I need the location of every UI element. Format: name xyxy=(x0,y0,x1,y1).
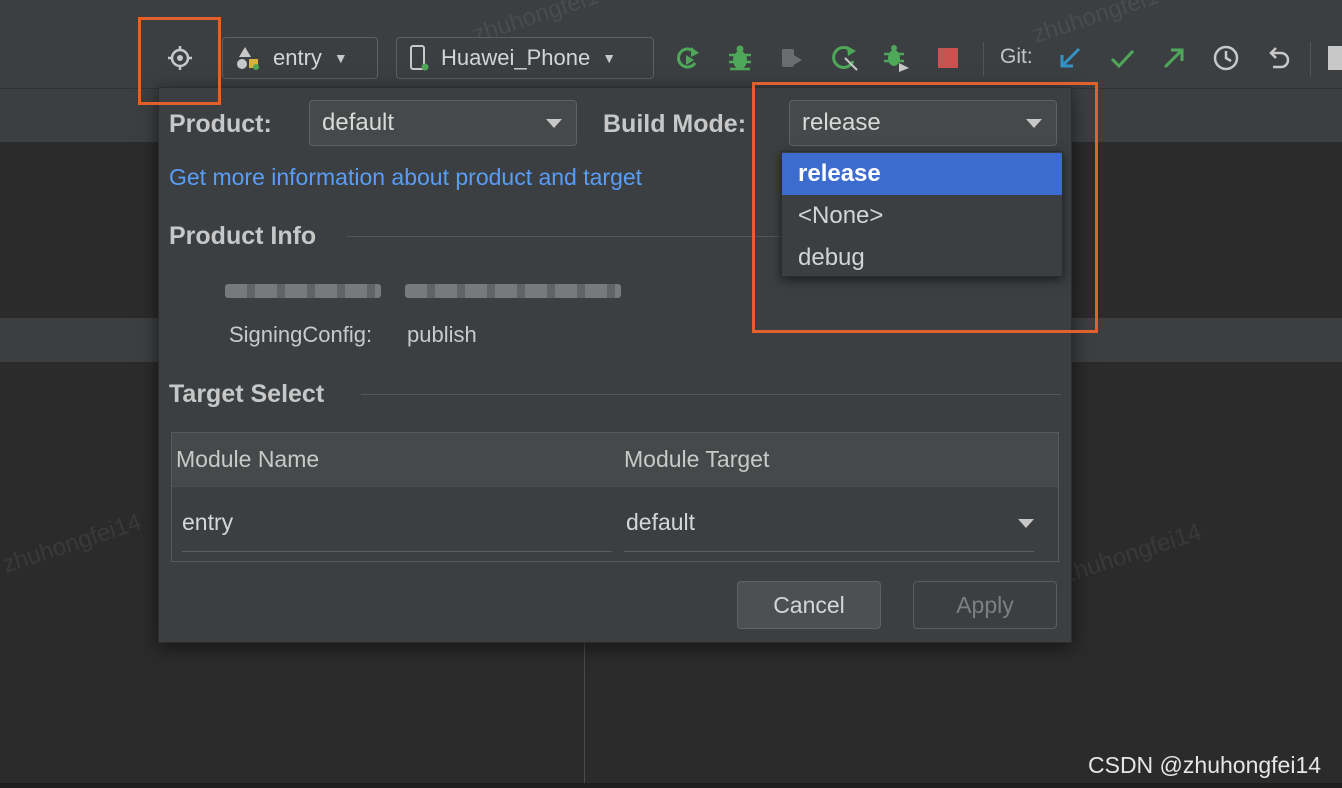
run-config-label: entry xyxy=(273,45,322,70)
module-target-cell: default xyxy=(626,509,696,535)
column-header-module-target[interactable]: Module Target xyxy=(624,446,769,473)
chevron-down-icon xyxy=(1026,119,1042,128)
cell-underline xyxy=(182,551,612,552)
product-select[interactable]: default xyxy=(309,100,577,146)
attach-debugger-icon[interactable] xyxy=(878,40,914,76)
git-update-icon[interactable] xyxy=(1052,40,1088,76)
option-none[interactable]: <None> xyxy=(782,195,1062,237)
watermark: CSDN @zhuhongfei14 xyxy=(1088,752,1322,778)
history-icon[interactable] xyxy=(1208,40,1244,76)
cell-underline xyxy=(624,551,1034,552)
chevron-down-icon: ▼ xyxy=(333,50,348,66)
signing-config-value: publish xyxy=(407,322,477,347)
target-icon[interactable] xyxy=(162,40,198,76)
stop-icon[interactable] xyxy=(930,40,966,76)
build-mode-dropdown: release <None> debug xyxy=(781,151,1063,277)
run-icon[interactable] xyxy=(670,40,706,76)
section-divider xyxy=(361,394,1061,395)
redacted-text xyxy=(405,284,621,298)
module-icon xyxy=(235,45,261,71)
column-header-module-name[interactable]: Module Name xyxy=(176,446,319,473)
git-label: Git: xyxy=(1000,45,1033,68)
run-config-select[interactable]: entry ▼ xyxy=(222,37,378,79)
rerun-icon[interactable] xyxy=(826,40,862,76)
build-mode-value: release xyxy=(802,109,881,136)
toolbar-separator xyxy=(983,42,984,76)
option-debug[interactable]: debug xyxy=(782,237,1062,279)
product-info-link[interactable]: Get more information about product and t… xyxy=(169,164,642,191)
apply-button[interactable]: Apply xyxy=(913,581,1057,629)
chevron-down-icon: ▼ xyxy=(602,50,617,66)
table-header: Module Name Module Target xyxy=(172,433,1058,487)
attach-icon[interactable] xyxy=(774,40,810,76)
status-strip xyxy=(0,783,1342,788)
git-push-icon[interactable] xyxy=(1156,40,1192,76)
debug-icon[interactable] xyxy=(722,40,758,76)
toolbar-separator xyxy=(1310,42,1311,76)
cancel-button[interactable]: Cancel xyxy=(737,581,881,629)
git-commit-icon[interactable] xyxy=(1104,40,1140,76)
phone-icon xyxy=(409,45,429,71)
chevron-down-icon xyxy=(1018,519,1034,528)
build-mode-select[interactable]: release xyxy=(789,100,1057,146)
module-name-cell: entry xyxy=(182,509,234,535)
toolbar-overflow-icon[interactable] xyxy=(1328,46,1342,70)
product-value: default xyxy=(322,109,395,136)
module-target-select[interactable]: default xyxy=(624,495,1038,551)
target-select-title: Target Select xyxy=(169,380,325,408)
table-row[interactable]: entry default xyxy=(172,487,1058,561)
product-info-title: Product Info xyxy=(169,222,317,250)
target-table: Module Name Module Target entry default xyxy=(171,432,1059,562)
option-release[interactable]: release xyxy=(782,153,1062,195)
build-mode-label: Build Mode: xyxy=(603,110,747,138)
product-label: Product: xyxy=(169,110,272,138)
chevron-down-icon xyxy=(546,119,562,128)
redacted-text xyxy=(225,284,381,298)
device-select[interactable]: Huawei_Phone ▼ xyxy=(396,37,654,79)
rollback-icon[interactable] xyxy=(1260,40,1296,76)
signing-config-label: SigningConfig: xyxy=(229,322,373,347)
device-label: Huawei_Phone xyxy=(441,45,591,70)
